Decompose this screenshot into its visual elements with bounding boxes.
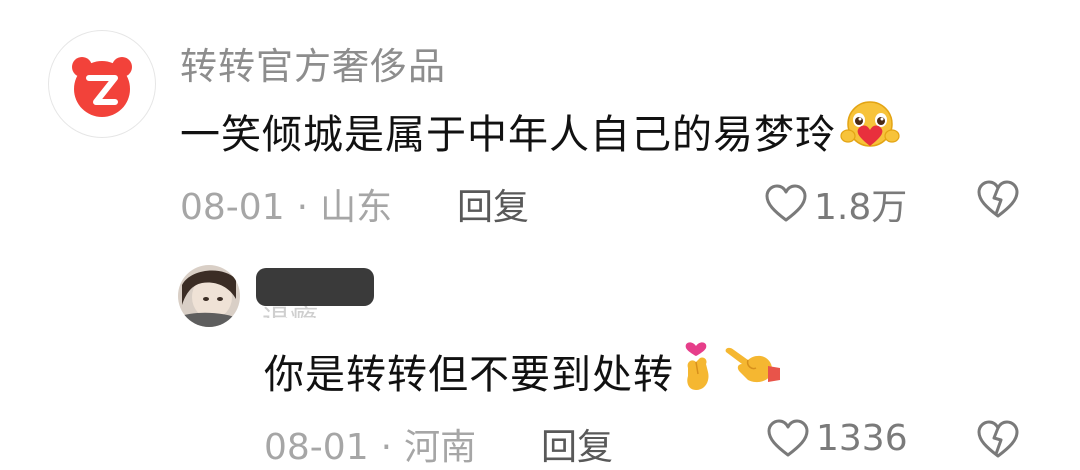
comment-location: 山东: [320, 187, 393, 228]
backhand-index-pointing-left-emoji: [722, 342, 784, 400]
hand-with-index-finger-and-thumb-crossed-emoji: [678, 338, 718, 404]
reply-avatar[interactable]: [178, 265, 240, 327]
comment-meta: 08-01 · 山东: [180, 178, 392, 230]
comment-date: 08-01: [180, 187, 285, 228]
reply-date: 08-01: [264, 427, 369, 468]
like-count: 1.8万: [814, 187, 908, 228]
reply-like-button[interactable]: 1336: [766, 418, 908, 459]
meta-separator: ·: [380, 427, 393, 468]
reply-like-count: 1336: [816, 418, 908, 459]
reply-text: 你是转转但不要到处转: [264, 338, 784, 404]
like-button[interactable]: 1.8万: [764, 178, 907, 230]
reply-reply-button[interactable]: 回复: [541, 418, 613, 470]
broken-heart-icon: [977, 420, 1019, 458]
reply-dislike-button[interactable]: [976, 420, 1020, 464]
meta-separator: ·: [296, 187, 309, 228]
broken-heart-icon: [977, 180, 1019, 218]
comment-text-content: 一笑倾城是属于中年人自己的易梦玲: [180, 112, 836, 158]
commenter-avatar[interactable]: [48, 30, 156, 138]
comment-text: 一笑倾城是属于中年人自己的易梦玲: [180, 100, 900, 162]
reply-meta: 08-01 · 河南: [264, 418, 476, 470]
heart-icon: [767, 419, 809, 456]
dislike-button[interactable]: [976, 180, 1020, 224]
reply-button[interactable]: 回复: [457, 178, 529, 230]
reply-location: 河南: [404, 427, 477, 468]
commenter-username[interactable]: 转转官方奢侈品: [180, 36, 446, 90]
heart-icon: [765, 184, 807, 222]
zhuanzhuan-logo-icon: [72, 57, 132, 117]
user-photo-avatar: [178, 265, 240, 327]
reply-text-content: 你是转转但不要到处转: [264, 352, 674, 398]
reply-username-redacted[interactable]: [256, 268, 374, 306]
smiling-face-with-hearts-emoji: [840, 100, 900, 162]
